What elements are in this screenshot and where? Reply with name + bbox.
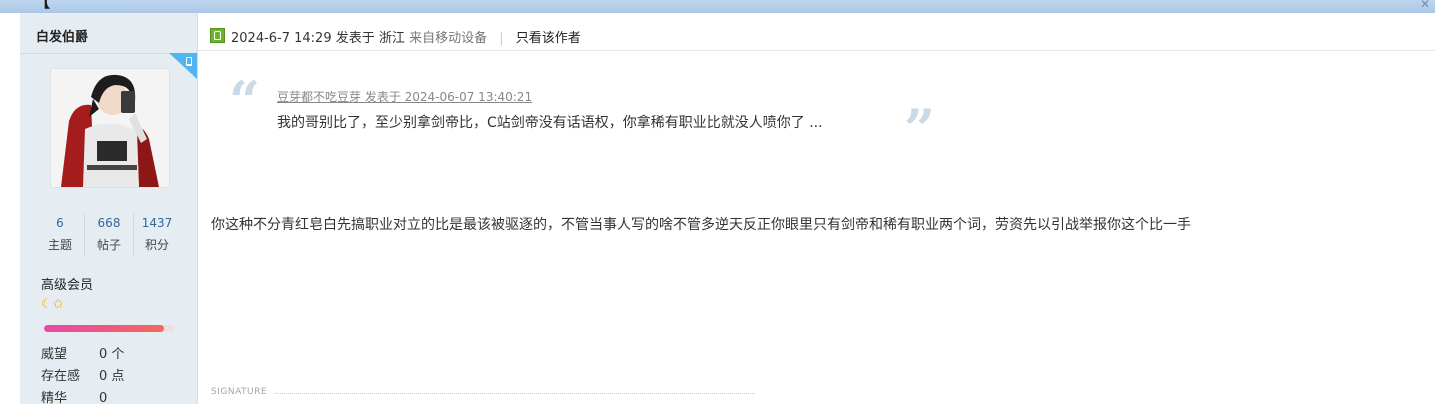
thread-title-bar: 【 ✕ xyxy=(0,0,1435,13)
stat-posts[interactable]: 668 帖子 xyxy=(84,213,134,257)
prop-prestige: 威望 0 个 xyxy=(41,343,124,362)
only-author-link[interactable]: 只看该作者 xyxy=(516,31,581,46)
post-header: 2024-6-7 14:29 发表于 浙江 来自移动设备 | 只看该作者 xyxy=(197,13,1435,51)
quote-text: 我的哥别比了，至少别拿剑帝比，C站剑帝没有话语权，你拿稀有职业比就没人喷你了 .… xyxy=(277,115,823,131)
username-row: 白发伯爵 xyxy=(20,13,197,54)
post-meta: 2024-6-7 14:29 发表于 浙江 来自移动设备 | 只看该作者 xyxy=(231,27,581,46)
prop-digest: 精华 0 xyxy=(41,387,107,406)
stat-label: 主题 xyxy=(47,238,72,252)
online-user-icon xyxy=(210,28,225,43)
post-message: 你这种不分青红皂白先搞职业对立的比是最该被驱逐的，不管当事人写的啥不管多逆天反正… xyxy=(211,217,1191,233)
stat-number[interactable]: 668 xyxy=(85,216,133,230)
post-location: 浙江 xyxy=(378,31,405,46)
prop-key: 威望 xyxy=(41,347,68,362)
stat-label: 帖子 xyxy=(96,238,121,252)
quote-open-icon: “ xyxy=(229,69,261,133)
stat-number[interactable]: 1437 xyxy=(133,216,181,230)
close-icon[interactable]: ✕ xyxy=(1420,0,1430,11)
user-level[interactable]: 高级会员 xyxy=(41,274,93,293)
username[interactable]: 白发伯爵 xyxy=(36,26,88,45)
signature-divider xyxy=(275,393,755,394)
thread-title: 【 xyxy=(35,0,51,11)
prop-key: 精华 xyxy=(41,391,68,406)
quote-close-icon: ” xyxy=(904,97,936,161)
star-medal-icon: ✩ xyxy=(52,297,64,312)
posted-in-label: 发表于 xyxy=(335,31,375,46)
user-sidebar: 白发伯爵 6 主题 668 帖子 1437 积分 高级会员 ☾✩ 威望 0 个 … xyxy=(20,13,198,406)
level-progress-fill xyxy=(44,325,164,332)
user-stats: 6 主题 668 帖子 1437 积分 xyxy=(36,213,181,257)
prop-value: 0 点 xyxy=(99,369,125,384)
device-corner-icon xyxy=(169,53,197,79)
stat-label: 积分 xyxy=(144,238,169,252)
avatar-image xyxy=(51,69,169,187)
avatar[interactable] xyxy=(50,68,170,188)
stat-points[interactable]: 1437 积分 xyxy=(133,213,181,257)
medal-icons: ☾✩ xyxy=(41,297,64,313)
post-datetime: 2024-6-7 14:29 xyxy=(231,31,332,46)
level-progress-bar xyxy=(44,325,174,332)
separator: | xyxy=(499,31,504,46)
prop-presence: 存在感 0 点 xyxy=(41,365,124,384)
stat-threads[interactable]: 6 主题 xyxy=(36,213,84,257)
prop-value: 0 个 xyxy=(99,347,125,362)
stat-number[interactable]: 6 xyxy=(36,216,84,230)
quote-source-link[interactable]: 豆芽都不吃豆芽 发表于 2024-06-07 13:40:21 xyxy=(277,88,532,105)
signature-label: SIGNATURE xyxy=(211,387,268,397)
prop-key: 存在感 xyxy=(41,369,81,384)
post-device: 来自移动设备 xyxy=(409,31,488,46)
moon-medal-icon: ☾ xyxy=(41,297,53,312)
